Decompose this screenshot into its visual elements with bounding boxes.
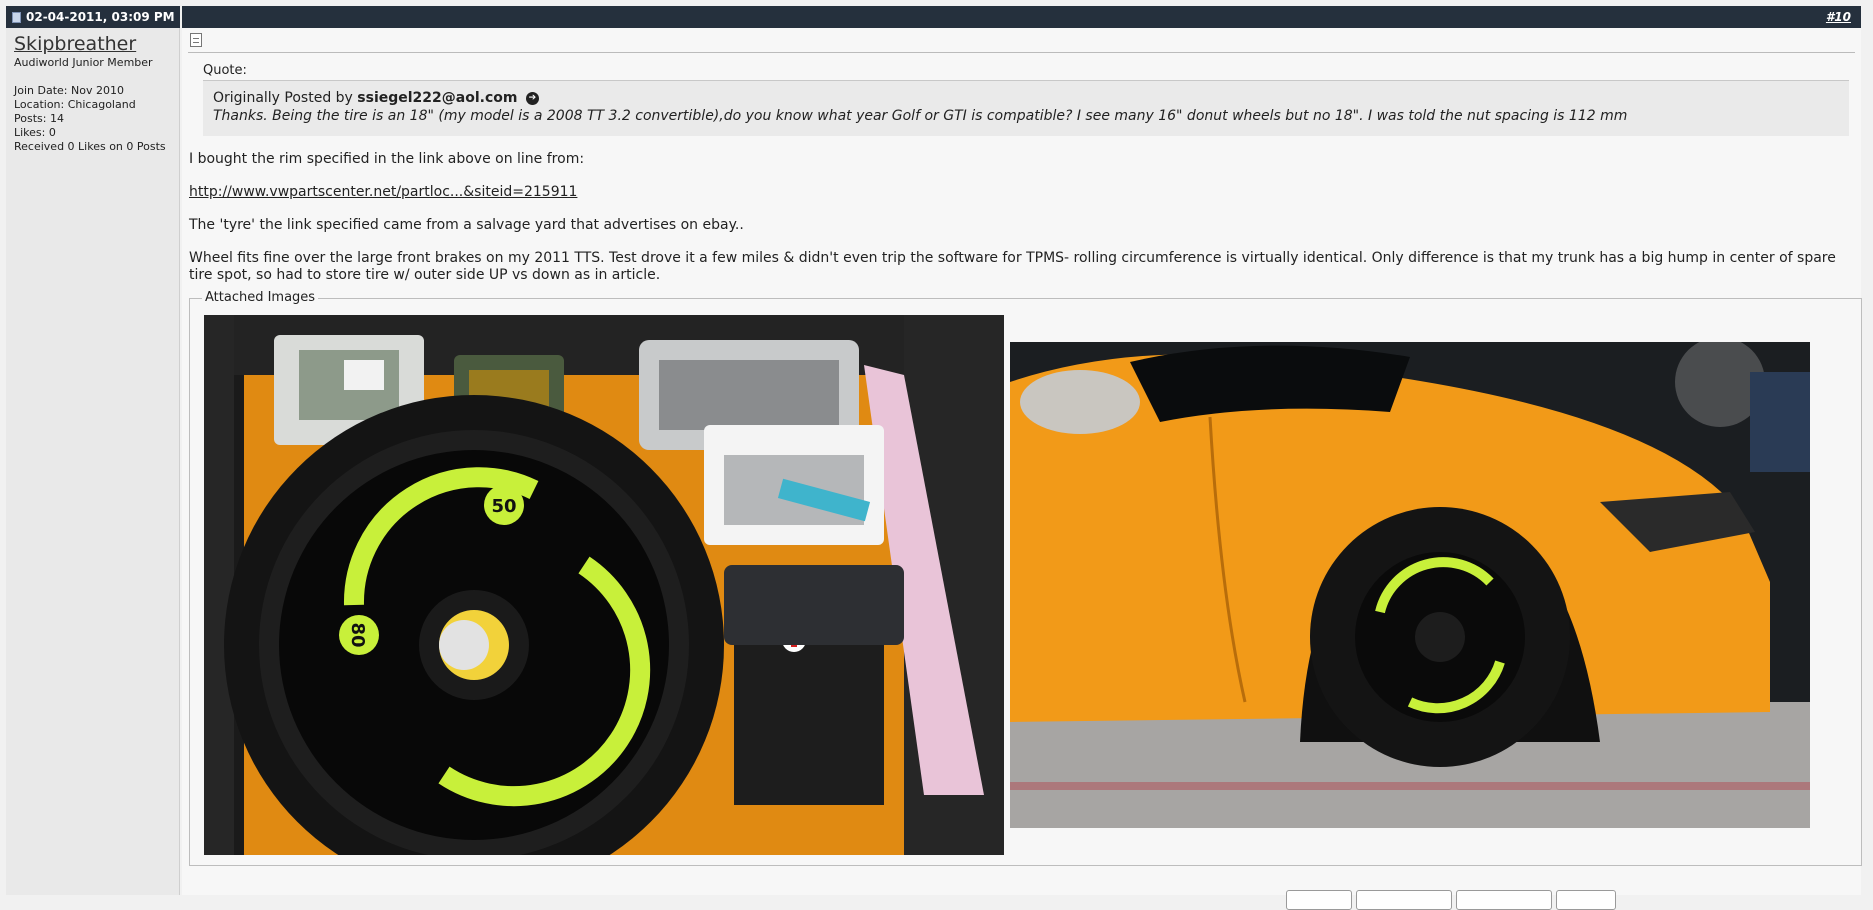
attached-image-trunk[interactable]: 50 80: [204, 315, 1004, 855]
footer-button[interactable]: [1286, 890, 1352, 910]
username-link[interactable]: Skipbreather: [14, 32, 171, 56]
likes-count: Likes: 0: [14, 126, 56, 139]
footer-button[interactable]: [1456, 890, 1552, 910]
car-photo: [1010, 342, 1810, 828]
message-line: The 'tyre' the link specified came from …: [189, 217, 744, 233]
post-content: Quote: Originally Posted by ssiegel222@a…: [182, 28, 1862, 910]
post-header-bar: #10: [182, 6, 1861, 28]
message-line: I bought the rim specified in the link a…: [189, 151, 585, 167]
user-title: Audiworld Junior Member: [14, 56, 153, 69]
quote-box: Originally Posted by ssiegel222@aol.com …: [203, 80, 1849, 136]
quote-label: Quote:: [203, 63, 247, 78]
quote-prefix: Originally Posted by: [213, 90, 353, 106]
trunk-photo: 50 80: [204, 315, 1004, 855]
view-post-arrow-icon[interactable]: ➔: [525, 91, 539, 105]
join-date: Join Date: Nov 2010: [14, 84, 124, 97]
received-likes: Received 0 Likes on 0 Posts: [14, 140, 166, 153]
post-count: Posts: 14: [14, 112, 64, 125]
message-link-line: http://www.vwpartscenter.net/partloc...&…: [189, 184, 1861, 201]
post-number-link[interactable]: #10: [1826, 10, 1851, 24]
location: Location: Chicagoland: [14, 98, 136, 111]
post-icon: [190, 33, 202, 47]
tire-label-80: 80: [347, 622, 368, 647]
post-status-icon: [12, 11, 21, 23]
user-info-panel: Skipbreather Audiworld Junior Member Joi…: [6, 28, 180, 895]
quote-author: ssiegel222@aol.com: [357, 90, 518, 106]
message-paragraph: Wheel fits fine over the large front bra…: [189, 250, 1836, 283]
tire-label-50: 50: [491, 496, 516, 517]
post-date: 02-04-2011, 03:09 PM: [26, 10, 175, 24]
footer-button[interactable]: [1556, 890, 1616, 910]
quote-text: Thanks. Being the tire is an 18" (my mod…: [213, 108, 1628, 124]
attached-images-fieldset: Attached Images 50 80: [189, 290, 1862, 866]
parts-link[interactable]: http://www.vwpartscenter.net/partloc...&…: [189, 184, 577, 200]
post-divider: [188, 52, 1855, 53]
footer-button[interactable]: [1356, 890, 1452, 910]
post-date-bar: 02-04-2011, 03:09 PM: [6, 6, 180, 28]
attached-images-label: Attached Images: [202, 290, 319, 306]
attached-image-car[interactable]: [1010, 342, 1810, 828]
